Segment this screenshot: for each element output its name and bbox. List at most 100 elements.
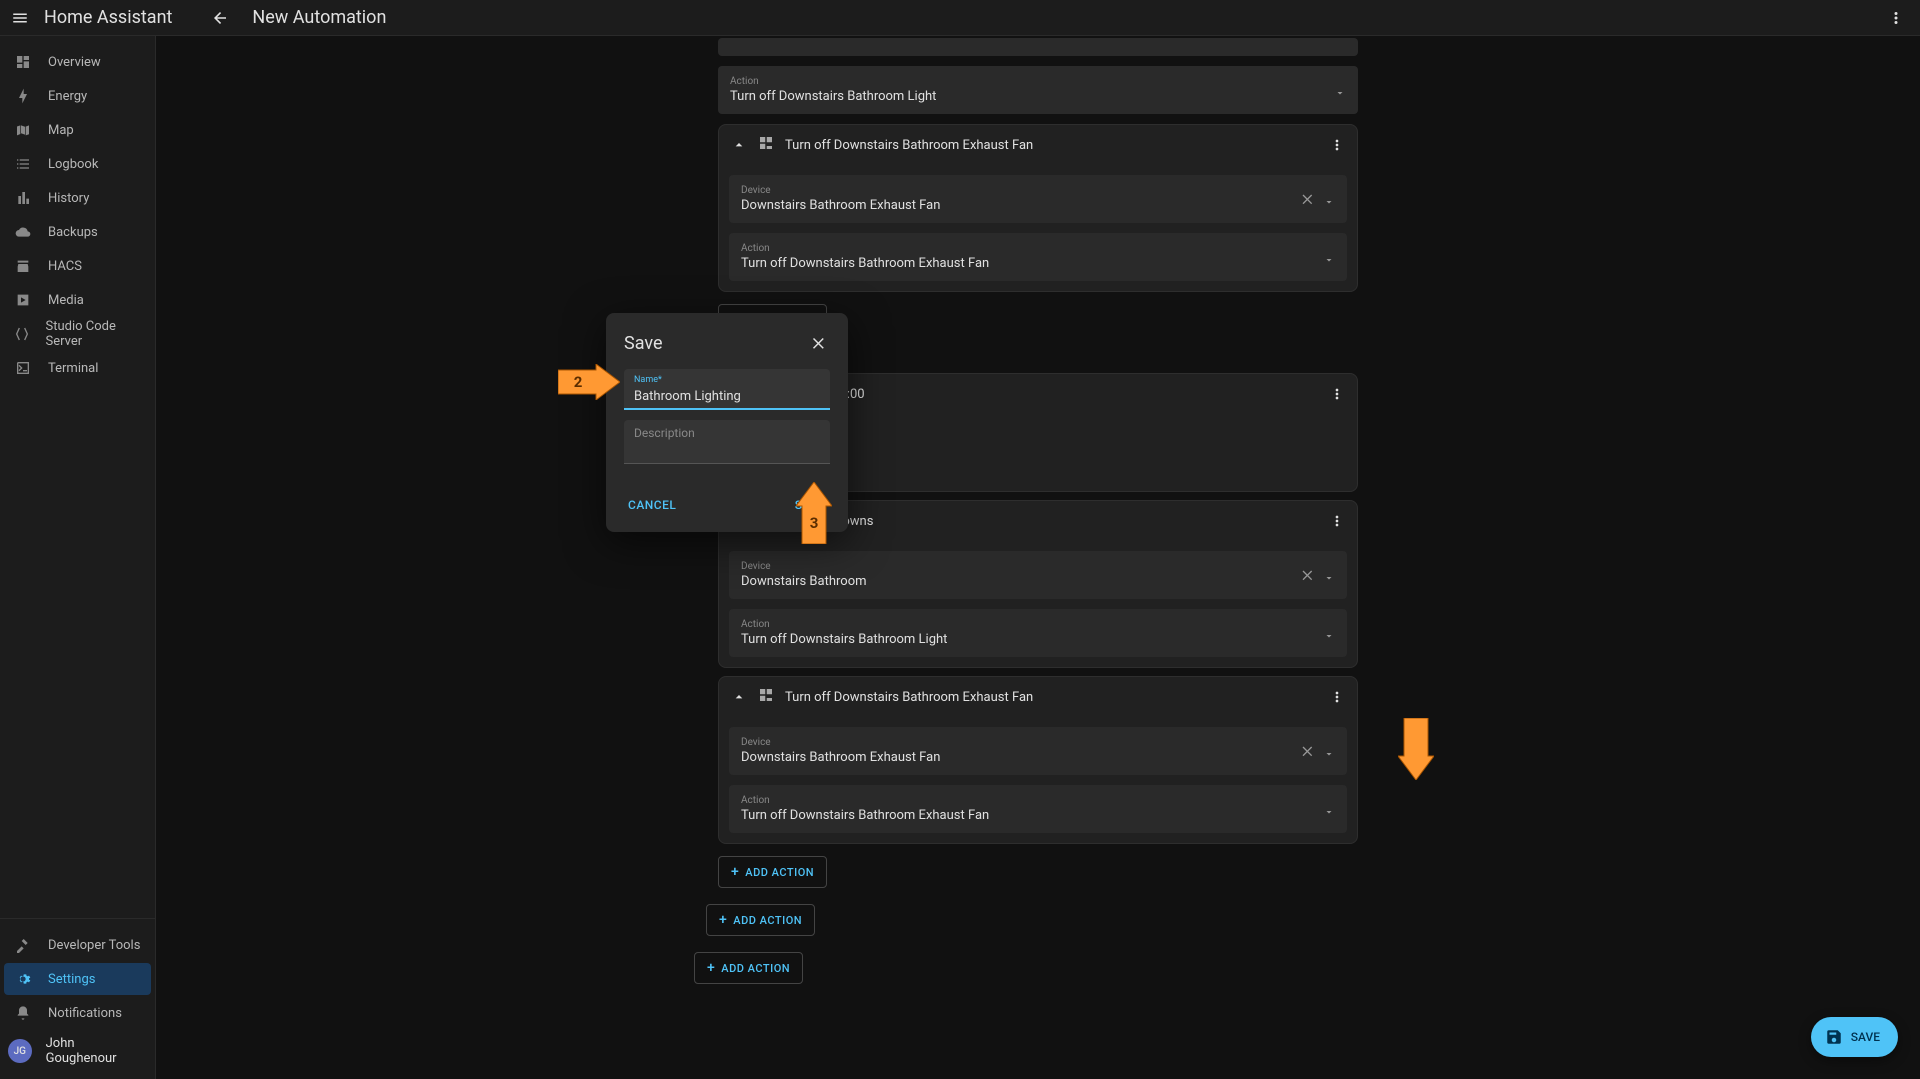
user-name: John Goughenour [46, 1036, 147, 1066]
action-title: Turn off Downs [785, 514, 1325, 529]
action-menu-button[interactable] [1325, 509, 1349, 533]
name-label: Name* [634, 375, 820, 385]
field-label: Action [730, 76, 1334, 87]
sidebar-item-code[interactable]: Studio Code Server [4, 318, 151, 350]
field-label: Action [741, 619, 1323, 630]
dropdown-icon [1323, 193, 1335, 205]
app-title: Home Assistant [44, 7, 172, 28]
action-select[interactable]: Action Turn off Downstairs Bathroom Exha… [729, 785, 1347, 833]
clear-icon[interactable] [1299, 567, 1315, 583]
sidebar-item-backups[interactable]: Backups [4, 216, 151, 248]
action-menu-button[interactable] [1325, 685, 1349, 709]
cancel-button[interactable]: CANCEL [624, 492, 680, 518]
page-title: New Automation [252, 7, 386, 28]
dropdown-icon [1334, 84, 1346, 96]
sidebar-item-label: Notifications [48, 1006, 122, 1021]
chart-icon [12, 187, 34, 209]
device-select[interactable]: Device Downstairs Bathroom Exhaust Fan [729, 175, 1347, 223]
field-label: Device [741, 737, 1299, 748]
sidebar-item-logbook[interactable]: Logbook [4, 148, 151, 180]
sidebar-item-overview[interactable]: Overview [4, 46, 151, 78]
sidebar-item-map[interactable]: Map [4, 114, 151, 146]
sidebar-item-terminal[interactable]: Terminal [4, 352, 151, 384]
field-label: Device [741, 185, 1299, 196]
topbar: Home Assistant New Automation [0, 0, 1920, 36]
name-field[interactable]: Name* [624, 369, 830, 410]
sidebar-item-label: Media [48, 293, 84, 308]
sidebar-item-energy[interactable]: Energy [4, 80, 151, 112]
store-icon [12, 255, 34, 277]
sidebar-item-label: Map [48, 123, 74, 138]
field-value: Downstairs Bathroom Exhaust Fan [741, 750, 1299, 765]
content-scroll[interactable]: Action Turn off Downstairs Bathroom Ligh… [156, 36, 1920, 1079]
sidebar-item-label: Developer Tools [48, 938, 140, 953]
field-value: Turn off Downstairs Bathroom Exhaust Fan [741, 808, 1323, 823]
action-select[interactable]: Action Turn off Downstairs Bathroom Exha… [729, 233, 1347, 281]
field-label: Action [741, 795, 1323, 806]
clear-icon[interactable] [1299, 191, 1315, 207]
code-icon [12, 323, 31, 345]
field-value: Turn off Downstairs Bathroom Exhaust Fan [741, 256, 1323, 271]
sidebar-item-devtools[interactable]: Developer Tools [4, 929, 151, 961]
action-card: Turn off Downstairs Bathroom Exhaust Fan… [718, 124, 1358, 292]
field-label: Device [741, 561, 1299, 572]
device-select[interactable]: Device Downstairs Bathroom [729, 551, 1347, 599]
device-select[interactable]: Device Downstairs Bathroom Exhaust Fan [729, 727, 1347, 775]
map-icon [12, 119, 34, 141]
action-menu-button[interactable] [1325, 382, 1349, 406]
avatar: JG [8, 1039, 32, 1063]
field-value: Downstairs Bathroom Exhaust Fan [741, 198, 1299, 213]
sidebar-item-label: HACS [48, 259, 82, 274]
action-select[interactable]: Action Turn off Downstairs Bathroom Ligh… [729, 609, 1347, 657]
name-input[interactable] [634, 389, 820, 404]
play-box-icon [12, 289, 34, 311]
more-vert-icon[interactable] [1880, 2, 1912, 34]
plus-icon: + [719, 912, 727, 928]
flash-icon [12, 85, 34, 107]
collapse-button[interactable] [727, 133, 751, 157]
clear-icon[interactable] [1299, 743, 1315, 759]
svg-text:3: 3 [810, 514, 819, 532]
sidebar-item-label: Energy [48, 89, 87, 104]
svg-text:2: 2 [574, 373, 583, 391]
hammer-icon [12, 934, 34, 956]
sidebar-item-label: Overview [48, 55, 101, 70]
action-menu-button[interactable] [1325, 133, 1349, 157]
add-action-button[interactable]: +ADD ACTION [694, 952, 803, 984]
sidebar-item-settings[interactable]: Settings [4, 963, 151, 995]
add-action-button[interactable]: +ADD ACTION [706, 904, 815, 936]
description-field[interactable]: Description [624, 420, 830, 464]
collapse-button[interactable] [727, 685, 751, 709]
dropdown-icon [1323, 251, 1335, 263]
plus-icon: + [707, 960, 715, 976]
sidebar-item-media[interactable]: Media [4, 284, 151, 316]
save-icon [1825, 1028, 1843, 1046]
action-title: Turn off Downstairs Bathroom Exhaust Fan [785, 138, 1325, 153]
dashboard-icon [12, 51, 34, 73]
action-select[interactable]: Action Turn off Downstairs Bathroom Ligh… [718, 66, 1358, 114]
bell-icon [12, 1002, 34, 1024]
dropdown-icon [1323, 745, 1335, 757]
hamburger-icon[interactable] [8, 6, 32, 30]
sidebar-item-notifications[interactable]: Notifications [4, 997, 151, 1029]
action-title: Turn off Downstairs Bathroom Exhaust Fan [785, 690, 1325, 705]
list-icon [12, 153, 34, 175]
add-action-button[interactable]: +ADD ACTION [718, 856, 827, 888]
sidebar-user[interactable]: JG John Goughenour [0, 1031, 155, 1071]
save-fab[interactable]: SAVE [1811, 1017, 1898, 1057]
sidebar-item-history[interactable]: History [4, 182, 151, 214]
field-label: Action [741, 243, 1323, 254]
plus-icon: + [731, 864, 739, 880]
field-value: Turn off Downstairs Bathroom Light [730, 89, 1334, 104]
sidebar-item-label: Settings [48, 972, 95, 987]
terminal-icon [12, 357, 34, 379]
sidebar-item-hacs[interactable]: HACS [4, 250, 151, 282]
sidebar-item-label: Backups [48, 225, 98, 240]
field-value: Downstairs Bathroom [741, 574, 1299, 589]
main-content: Action Turn off Downstairs Bathroom Ligh… [156, 36, 1920, 1079]
close-button[interactable] [806, 331, 830, 355]
action-select[interactable] [718, 38, 1358, 56]
back-button[interactable] [204, 2, 236, 34]
field-value: Turn off Downstairs Bathroom Light [741, 632, 1323, 647]
dropdown-icon [1323, 803, 1335, 815]
